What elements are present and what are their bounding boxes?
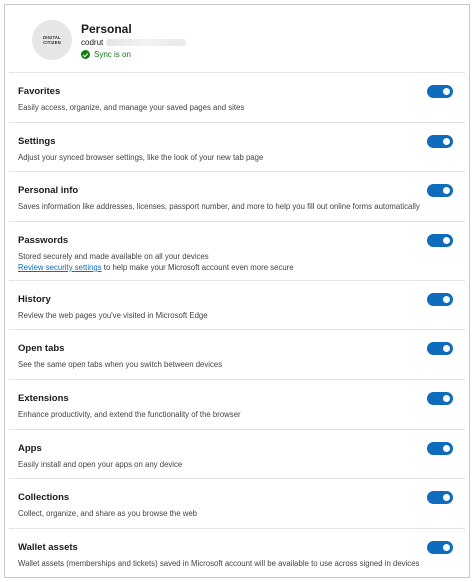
toggle-knob: [443, 394, 450, 402]
row-description: Saves information like addresses, licens…: [18, 202, 420, 212]
toggle-knob: [443, 444, 450, 452]
avatar-text-line2: CITIZEN: [43, 40, 61, 45]
toggle-knob: [443, 137, 450, 145]
row-title: Settings: [18, 135, 56, 147]
row-title: Favorites: [18, 86, 61, 97]
sync-row-open-tabs: Open tabs See the same open tabs when yo…: [9, 329, 465, 379]
apps-toggle[interactable]: [427, 441, 453, 455]
row-title: Open tabs: [18, 343, 65, 355]
passwords-toggle[interactable]: [427, 233, 453, 247]
row-title: History: [18, 293, 51, 305]
toggle-knob: [443, 494, 450, 502]
row-title: Extensions: [18, 392, 69, 404]
row-title: Wallet assets: [18, 541, 78, 553]
wallet-assets-toggle[interactable]: [427, 540, 453, 554]
review-security-settings-link[interactable]: Review security settings: [18, 263, 102, 272]
sync-row-favorites: Favorites Easily access, organize, and m…: [9, 72, 465, 122]
history-toggle[interactable]: [427, 292, 453, 306]
sync-row-apps: Apps Easily install and open your apps o…: [9, 428, 465, 479]
sync-row-personal-info: Personal info Saves information like add…: [9, 171, 465, 221]
checkmark-circle-icon: [81, 50, 90, 59]
row-description-line2: Review security settings to help make yo…: [18, 263, 294, 272]
open-tabs-toggle[interactable]: [427, 342, 453, 356]
row-description: Enhance productivity, and extend the fun…: [18, 409, 241, 419]
row-title: Personal info: [18, 185, 79, 197]
row-description: Easily install and open your apps on any…: [18, 459, 183, 469]
sync-row-extensions: Extensions Enhance productivity, and ext…: [9, 378, 465, 429]
toggle-knob: [443, 295, 450, 303]
sync-row-collections: Collections Collect, organize, and share…: [9, 478, 465, 528]
row-description-suffix: to help make your Microsoft account even…: [101, 262, 294, 272]
row-description: Wallet assets (memberships and tickets) …: [18, 558, 420, 568]
row-title: Apps: [18, 442, 42, 454]
row-description: See the same open tabs when you switch b…: [18, 360, 223, 370]
sync-row-settings: Settings Adjust your synced browser sett…: [9, 121, 465, 172]
profile-header: DIGITAL CITIZEN Personal codrut Sync is …: [5, 5, 469, 73]
collections-toggle[interactable]: [427, 491, 453, 505]
sync-row-wallet-assets: Wallet assets Wallet assets (memberships…: [9, 527, 465, 578]
extensions-toggle[interactable]: [427, 391, 453, 405]
profile-email-text: codrut: [81, 38, 104, 47]
profile-name: Personal: [81, 22, 132, 36]
sync-settings-panel: DIGITAL CITIZEN Personal codrut Sync is …: [4, 4, 470, 578]
sync-status: Sync is on: [81, 50, 131, 59]
sync-row-history: History Review the web pages you've visi…: [9, 279, 465, 330]
settings-toggle[interactable]: [427, 134, 453, 148]
row-description: Collect, organize, and share as you brow…: [18, 509, 197, 519]
row-description: Easily access, organize, and manage your…: [18, 103, 245, 112]
row-description: Adjust your synced browser settings, lik…: [18, 152, 264, 162]
row-title: Collections: [18, 492, 70, 504]
toggle-knob: [443, 345, 450, 353]
avatar: DIGITAL CITIZEN: [32, 20, 72, 60]
toggle-knob: [443, 236, 450, 244]
toggle-knob: [443, 88, 450, 95]
favorites-toggle[interactable]: [427, 85, 453, 98]
row-description: Review the web pages you've visited in M…: [18, 310, 208, 320]
toggle-knob: [443, 187, 450, 195]
profile-email: codrut: [81, 38, 187, 47]
redacted-email-blur: [106, 39, 187, 47]
row-description: Stored securely and made available on al…: [18, 251, 209, 261]
sync-row-passwords: Passwords Stored securely and made avail…: [9, 220, 465, 280]
personal-info-toggle[interactable]: [427, 184, 453, 198]
toggle-knob: [443, 543, 450, 551]
sync-items-list: Favorites Easily access, organize, and m…: [9, 72, 465, 577]
row-title: Passwords: [18, 234, 69, 246]
sync-status-text: Sync is on: [94, 50, 131, 59]
